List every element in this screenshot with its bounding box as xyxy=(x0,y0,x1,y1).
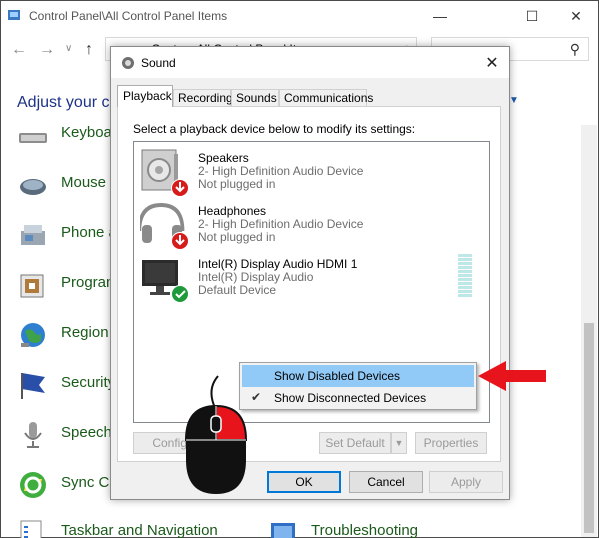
cp-item-taskbar[interactable]: Taskbar and Navigation xyxy=(17,515,218,538)
ok-button[interactable]: OK xyxy=(267,471,341,493)
menu-item-label: Show Disabled Devices xyxy=(274,369,401,383)
up-arrow-icon[interactable]: ↑ xyxy=(85,41,93,59)
dialog-tabs: Playback Recording Sounds Communications xyxy=(117,85,497,107)
cp-item-label: Mouse xyxy=(61,174,107,191)
globe-icon xyxy=(21,323,45,347)
microphone-icon xyxy=(24,422,42,448)
close-window-button[interactable]: ✕ xyxy=(553,1,599,31)
flag-icon xyxy=(21,373,45,399)
context-menu: Show Disabled Devices ✔ Show Disconnecte… xyxy=(239,362,477,410)
mouse-icon xyxy=(20,179,46,195)
cp-item-programs[interactable]: Program xyxy=(17,267,119,303)
device-status: Not plugged in xyxy=(198,177,276,191)
red-arrow-icon xyxy=(478,361,546,391)
minimize-button[interactable]: — xyxy=(417,1,463,31)
dialog-close-button[interactable]: ✕ xyxy=(475,47,509,78)
view-by-chevron-icon[interactable]: ▼ xyxy=(509,95,519,106)
device-driver: Intel(R) Display Audio xyxy=(198,270,314,284)
tab-playback[interactable]: Playback xyxy=(117,85,173,107)
device-driver: 2- High Definition Audio Device xyxy=(198,217,364,231)
device-name: Headphones xyxy=(198,204,267,218)
cp-item-keyboard[interactable]: Keyboa xyxy=(17,117,117,153)
sound-speaker-icon xyxy=(122,57,134,69)
menu-item-label: Show Disconnected Devices xyxy=(274,391,427,405)
sync-icon xyxy=(20,472,46,498)
programs-icon xyxy=(20,274,44,298)
instruction-text: Select a playback device below to modify… xyxy=(133,122,416,136)
cp-item-label: Security xyxy=(61,374,116,391)
maximize-button[interactable]: ☐ xyxy=(509,1,555,31)
cp-item-mouse[interactable]: Mouse xyxy=(17,167,117,203)
menu-item-show-disconnected[interactable]: ✔ Show Disconnected Devices xyxy=(242,387,474,409)
green-check-badge xyxy=(172,286,188,302)
speaker-icon xyxy=(141,149,189,197)
back-arrow-icon[interactable]: ← xyxy=(11,41,27,59)
tab-recording[interactable]: Recording xyxy=(173,89,233,107)
cp-item-speech[interactable]: Speech xyxy=(17,417,117,453)
control-panel-titlebar: Control Panel\All Control Panel Items — … xyxy=(1,1,598,31)
phone-modem-icon xyxy=(21,225,45,245)
search-icon: ⚲ xyxy=(569,41,580,57)
troubleshooting-icon xyxy=(271,523,295,538)
page-heading: Adjust your co xyxy=(17,94,119,111)
control-panel-title: Control Panel\All Control Panel Items xyxy=(29,9,228,23)
device-status: Default Device xyxy=(198,283,277,297)
apply-button[interactable]: Apply xyxy=(429,471,503,493)
cp-item-region[interactable]: Region xyxy=(17,317,117,353)
headphones-icon xyxy=(140,202,189,250)
recent-chevron-icon[interactable]: ∨ xyxy=(65,43,72,54)
menu-item-show-disabled[interactable]: Show Disabled Devices xyxy=(242,365,474,387)
tab-sounds[interactable]: Sounds xyxy=(231,89,279,107)
set-default-chevron-icon[interactable]: ▼ xyxy=(391,432,407,454)
device-status: Not plugged in xyxy=(198,230,276,244)
set-default-button[interactable]: Set Default xyxy=(319,432,391,454)
dialog-titlebar: Sound ✕ xyxy=(111,47,509,78)
sound-dialog: Sound ✕ Playback Recording Sounds Commun… xyxy=(110,46,510,500)
volume-level-meter xyxy=(458,254,472,298)
cp-item-security[interactable]: Security xyxy=(17,367,117,403)
cp-item-troubleshooting[interactable]: Troubleshooting xyxy=(267,515,418,538)
device-item-speakers[interactable]: Speakers 2- High Definition Audio Device… xyxy=(140,148,480,198)
cp-item-label: Phone a xyxy=(61,224,117,241)
cp-item-phone-modem[interactable]: Phone a xyxy=(17,217,117,253)
cancel-button[interactable]: Cancel xyxy=(349,471,423,493)
scrollbar-thumb[interactable] xyxy=(584,323,594,533)
device-item-hdmi[interactable]: Intel(R) Display Audio HDMI 1 Intel(R) D… xyxy=(140,254,480,304)
forward-arrow-icon[interactable]: → xyxy=(39,41,55,59)
vertical-scrollbar[interactable] xyxy=(581,125,597,537)
control-panel-icon xyxy=(8,10,20,20)
monitor-icon xyxy=(142,260,189,303)
keyboard-icon xyxy=(19,133,47,143)
taskbar-icon xyxy=(20,520,42,538)
dialog-title: Sound xyxy=(141,56,176,70)
device-driver: 2- High Definition Audio Device xyxy=(198,164,364,178)
cp-item-label: Troubleshooting xyxy=(311,522,419,538)
cp-item-label: Region xyxy=(61,324,109,341)
cp-item-label: Keyboa xyxy=(61,124,112,141)
cp-item-sync-center[interactable]: Sync Ce xyxy=(17,467,118,503)
cp-item-label: Taskbar and Navigation xyxy=(61,522,218,538)
right-click-mouse-icon xyxy=(184,375,248,494)
properties-button[interactable]: Properties xyxy=(415,432,487,454)
device-item-headphones[interactable]: Headphones 2- High Definition Audio Devi… xyxy=(140,201,480,251)
device-name: Intel(R) Display Audio HDMI 1 xyxy=(198,257,358,271)
tab-communications[interactable]: Communications xyxy=(279,89,373,107)
cp-item-label: Speech xyxy=(61,424,112,441)
device-name: Speakers xyxy=(198,151,249,165)
checkmark-icon: ✔ xyxy=(251,390,262,404)
